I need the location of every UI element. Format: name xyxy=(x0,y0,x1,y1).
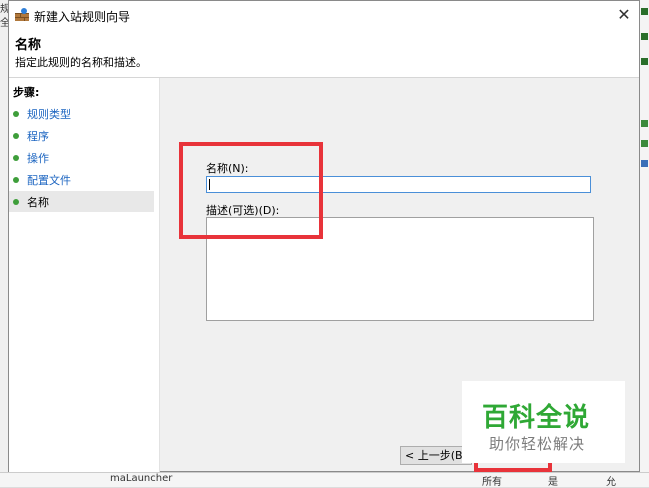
background-action: 允 xyxy=(606,477,616,488)
step-dot-icon xyxy=(13,111,19,117)
step-label: 操作 xyxy=(27,152,49,165)
filter-icon xyxy=(641,58,648,65)
close-icon[interactable]: ✕ xyxy=(609,1,639,29)
background-profile: 所有 xyxy=(482,477,502,488)
watermark: 百科全说 助你轻松解决 xyxy=(462,381,625,463)
step-program[interactable]: 程序 xyxy=(9,125,154,146)
filter-icon xyxy=(641,8,648,15)
step-action[interactable]: 操作 xyxy=(9,147,154,168)
window-title: 新建入站规则向导 xyxy=(34,10,131,24)
help-icon xyxy=(641,160,648,167)
step-label: 名称 xyxy=(27,196,49,209)
firewall-icon xyxy=(15,8,29,21)
background-window-right xyxy=(640,0,649,487)
watermark-title: 百科全说 xyxy=(482,403,591,433)
title-bar[interactable]: 新建入站规则向导 ✕ xyxy=(9,1,639,29)
step-dot-icon xyxy=(13,199,19,205)
highlight-box-name-fields xyxy=(179,142,323,239)
step-dot-icon xyxy=(13,133,19,139)
filter-icon xyxy=(641,33,648,40)
step-label: 程序 xyxy=(27,130,49,143)
background-rule-list-row: maLauncher 所有 是 允 xyxy=(0,472,649,488)
page-title: 名称 xyxy=(15,38,42,53)
background-enabled: 是 xyxy=(548,477,558,488)
step-rule-type[interactable]: 规则类型 xyxy=(9,103,154,124)
export-icon xyxy=(641,140,648,147)
wizard-header: 名称 指定此规则的名称和描述。 xyxy=(9,29,639,78)
step-dot-icon xyxy=(13,177,19,183)
background-rule-name: maLauncher xyxy=(110,473,173,484)
step-profile[interactable]: 配置文件 xyxy=(9,169,154,190)
watermark-subtitle: 助你轻松解决 xyxy=(489,435,586,453)
page-description: 指定此规则的名称和描述。 xyxy=(15,56,147,69)
refresh-icon xyxy=(641,120,648,127)
step-name[interactable]: 名称 xyxy=(9,191,154,212)
step-dot-icon xyxy=(13,155,19,161)
step-label: 规则类型 xyxy=(27,108,71,121)
step-label: 配置文件 xyxy=(27,174,71,187)
steps-title: 步骤: xyxy=(13,86,40,99)
background-window-left: 规 全 xyxy=(0,0,10,487)
steps-panel: 步骤: 规则类型 程序 操作 配置文件 名称 xyxy=(9,78,160,472)
